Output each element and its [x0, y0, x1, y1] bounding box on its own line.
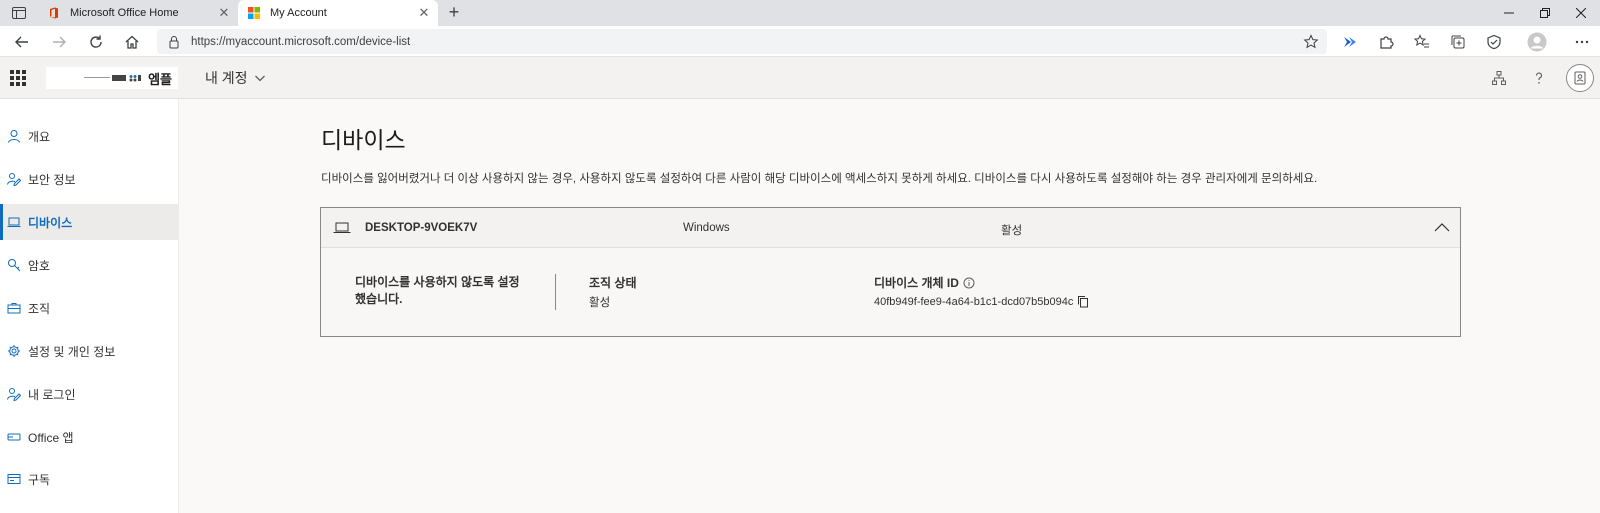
tab-title: My Account — [270, 7, 327, 19]
chevron-up-icon[interactable] — [1433, 220, 1451, 236]
page-description: 디바이스를 잃어버렸거나 더 이상 사용하지 않는 경우, 사용하지 않도록 설… — [321, 173, 1318, 185]
browser-toolbar: https://myaccount.microsoft.com/device-l… — [0, 26, 1600, 57]
security-info-icon — [6, 171, 22, 187]
sidebar-item-office-apps[interactable]: Office 앱 — [0, 419, 179, 455]
profile-icon[interactable] — [1525, 30, 1549, 54]
address-bar[interactable]: https://myaccount.microsoft.com/device-l… — [157, 29, 1327, 54]
browser-tab-my-account[interactable]: My Account ✕ — [238, 0, 438, 26]
device-card-header[interactable]: DESKTOP-9VOEK7V Windows 활성 — [321, 208, 1460, 248]
laptop-icon — [6, 214, 22, 230]
browser-tab-strip: Microsoft Office Home ✕ My Account ✕ + — [0, 0, 1600, 26]
close-tab-icon[interactable]: ✕ — [416, 5, 432, 21]
home-icon[interactable] — [120, 30, 144, 54]
sidebar-item-overview[interactable]: 개요 — [0, 118, 179, 154]
sidebar-item-label: 암호 — [28, 258, 51, 273]
object-id-label: 디바이스 개체 ID — [874, 276, 959, 290]
signin-icon — [6, 386, 22, 402]
key-icon — [6, 257, 22, 273]
device-card: DESKTOP-9VOEK7V Windows 활성 디바이스를 사용하지 않도… — [320, 207, 1461, 337]
sidebar-item-settings-privacy[interactable]: 설정 및 개인 정보 — [0, 333, 179, 369]
app-header: 엠플 내 계정 — [0, 57, 1600, 99]
device-details: 디바이스를 사용하지 않도록 설정했습니다. 조직 상태 활성 디바이스 개체 … — [321, 248, 1460, 336]
device-disabled-message: 디바이스를 사용하지 않도록 설정했습니다. — [355, 275, 520, 306]
browser-essentials-icon[interactable] — [1482, 30, 1506, 54]
my-account-menu[interactable]: 내 계정 — [205, 68, 266, 88]
object-id-label-group: 디바이스 개체 ID — [874, 274, 975, 291]
new-tab-button[interactable]: + — [444, 3, 464, 23]
url-text: https://myaccount.microsoft.com/device-l… — [191, 35, 411, 48]
add-favorite-icon[interactable] — [1303, 33, 1319, 50]
tab-title: Microsoft Office Home — [70, 7, 179, 19]
subscription-icon — [6, 471, 22, 487]
copy-icon[interactable] — [1077, 295, 1089, 308]
sidebar-item-label: 구독 — [28, 472, 51, 487]
apps-icon — [6, 429, 22, 445]
back-icon[interactable] — [10, 30, 34, 54]
app-launcher-icon[interactable] — [10, 70, 26, 86]
lock-icon[interactable] — [167, 35, 181, 49]
organization-chart-icon[interactable] — [1489, 68, 1509, 88]
collections-icon[interactable] — [1446, 30, 1470, 54]
divider — [555, 274, 556, 310]
my-account-label: 내 계정 — [205, 70, 248, 86]
extension-icon[interactable] — [1338, 30, 1362, 54]
close-window-icon[interactable] — [1558, 0, 1600, 26]
more-options-icon[interactable] — [1570, 30, 1594, 54]
account-avatar[interactable] — [1566, 64, 1594, 92]
help-icon[interactable] — [1529, 68, 1549, 88]
logo-mark-icon — [84, 75, 142, 82]
left-navigation: 개요 보안 정보 디바이스 암호 조직 설정 및 개인 정보 내 로그인 Off… — [0, 99, 179, 513]
refresh-icon[interactable] — [84, 30, 108, 54]
laptop-icon — [333, 222, 351, 233]
office-icon — [48, 7, 60, 19]
browser-tab-office-home[interactable]: Microsoft Office Home ✕ — [38, 0, 238, 26]
favorites-icon[interactable] — [1410, 30, 1434, 54]
sidebar-item-subscriptions[interactable]: 구독 — [0, 461, 179, 497]
device-status: 활성 — [1001, 225, 1023, 237]
forward-icon[interactable] — [47, 30, 71, 54]
device-os: Windows — [683, 222, 730, 234]
gear-icon — [6, 343, 22, 359]
chevron-down-icon — [254, 75, 265, 82]
user-badge-icon — [1574, 71, 1586, 85]
puzzle-icon[interactable] — [1374, 30, 1398, 54]
sidebar-item-organizations[interactable]: 조직 — [0, 290, 179, 326]
object-id-value: 40fb949f-fee9-4a64-b1c1-dcd07b5b094c — [874, 295, 1074, 308]
sidebar-item-label: 설정 및 개인 정보 — [28, 344, 116, 359]
device-name: DESKTOP-9VOEK7V — [365, 222, 478, 234]
sidebar-item-password[interactable]: 암호 — [0, 247, 179, 283]
sidebar-item-my-sign-ins[interactable]: 내 로그인 — [0, 376, 179, 412]
person-icon — [6, 128, 22, 144]
organization-logo[interactable]: 엠플 — [46, 67, 178, 89]
briefcase-icon — [6, 300, 22, 316]
sidebar-item-label: 디바이스 — [28, 215, 73, 230]
object-id-value-group: 40fb949f-fee9-4a64-b1c1-dcd07b5b094c — [874, 295, 1089, 308]
sidebar-item-label: 개요 — [28, 129, 51, 144]
sidebar-item-label: Office 앱 — [28, 430, 74, 445]
org-state-label: 조직 상태 — [589, 276, 637, 290]
page-title: 디바이스 — [321, 127, 406, 153]
sidebar-item-devices[interactable]: 디바이스 — [0, 204, 179, 240]
close-tab-icon[interactable]: ✕ — [216, 5, 232, 21]
sidebar-item-label: 보안 정보 — [28, 172, 76, 187]
logo-text: 엠플 — [148, 71, 172, 87]
tab-actions-icon[interactable] — [8, 4, 30, 22]
sidebar-item-label: 내 로그인 — [28, 387, 76, 402]
microsoft-icon — [248, 7, 260, 19]
org-state-value: 활성 — [589, 297, 611, 309]
sidebar-item-security-info[interactable]: 보안 정보 — [0, 161, 179, 197]
info-icon[interactable] — [963, 277, 975, 289]
sidebar-item-label: 조직 — [28, 301, 51, 316]
